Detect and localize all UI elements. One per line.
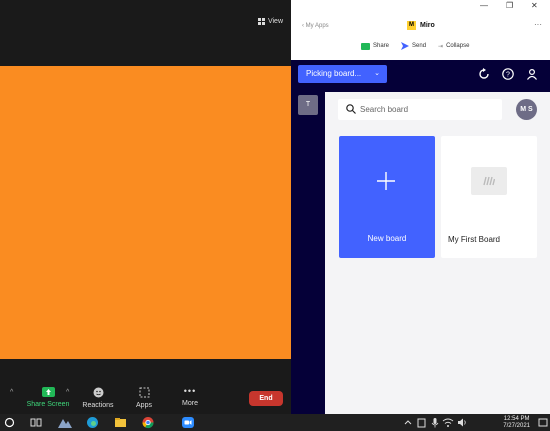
send-label: Send <box>412 43 427 49</box>
plus-icon <box>377 172 395 190</box>
network-icon[interactable] <box>442 416 454 429</box>
apps-button[interactable]: Apps <box>128 387 160 409</box>
share-button[interactable]: Share <box>361 42 390 50</box>
task-view-icon[interactable] <box>30 416 42 429</box>
board-card[interactable]: My First Board <box>441 136 537 258</box>
board-thumbnail <box>471 167 507 195</box>
start-circle-icon[interactable] <box>4 416 15 429</box>
back-to-my-apps-link[interactable]: ‹ My Apps <box>302 23 329 29</box>
more-label: More <box>182 400 198 407</box>
restore-icon[interactable]: ❐ <box>506 1 513 10</box>
miro-app-bar: Picking board... ⌄ ? <box>291 60 550 92</box>
file-explorer-icon[interactable] <box>114 416 127 429</box>
more-options-icon[interactable]: ··· <box>534 20 542 29</box>
send-icon <box>401 42 410 50</box>
view-label: View <box>267 18 283 25</box>
clock-date: 7/27/2021 <box>503 423 530 429</box>
microphone-icon[interactable] <box>430 416 440 429</box>
grid-icon <box>257 18 265 25</box>
collapse-icon: ⇥ <box>438 43 444 50</box>
apps-label: Apps <box>136 402 152 409</box>
chevron-down-icon: ⌄ <box>374 70 380 77</box>
video-feed <box>0 66 291 359</box>
miro-panel: ‹ My Apps M Miro ··· Share Send ⇥ Collap… <box>291 12 550 414</box>
battery-icon <box>417 418 426 428</box>
zoom-toolbar: ^ Share Screen ^ Reactions Apps ••• More… <box>0 359 291 414</box>
chrome-browser-icon[interactable] <box>141 416 155 429</box>
search-board-input[interactable]: Search board <box>338 99 502 120</box>
share-screen-label: Share Screen <box>26 401 70 408</box>
speaker-icon[interactable] <box>457 416 468 429</box>
collapse-label: Collapse <box>446 43 470 49</box>
window-controls: — ❐ ✕ <box>291 0 550 12</box>
header-actions: Share Send ⇥ Collapse <box>361 42 469 50</box>
chevron-up-icon[interactable] <box>403 416 413 429</box>
send-button[interactable]: Send <box>401 42 426 50</box>
notification-icon[interactable] <box>538 416 548 429</box>
clock-time: 12:54 PM <box>503 416 530 422</box>
help-icon[interactable]: ? <box>502 68 514 80</box>
more-button[interactable]: ••• More <box>174 386 206 408</box>
miro-header: ‹ My Apps M Miro ··· Share Send ⇥ Collap… <box>291 12 550 60</box>
edge-browser-icon[interactable] <box>86 416 99 429</box>
reactions-button[interactable]: Reactions <box>80 387 116 409</box>
chevron-up-icon[interactable]: ^ <box>10 389 13 396</box>
new-board-button[interactable]: New board <box>339 136 435 258</box>
end-meeting-button[interactable]: End <box>249 391 283 406</box>
minimize-icon[interactable]: — <box>480 1 488 10</box>
team-rail: T <box>291 92 325 414</box>
share-label: Share <box>373 43 390 49</box>
zoom-meeting-window: View ^ Share Screen ^ Reactions Apps •••… <box>0 0 291 414</box>
board-picker-dropdown[interactable]: Picking board... ⌄ <box>298 65 387 83</box>
refresh-icon[interactable] <box>478 68 490 80</box>
miro-logo-icon: M <box>407 21 416 30</box>
zoom-top-bar: View <box>0 0 291 66</box>
view-button[interactable]: View <box>257 18 283 25</box>
miro-title-text: Miro <box>420 22 435 29</box>
miro-title: M Miro <box>407 21 435 30</box>
search-icon <box>346 104 356 114</box>
clock[interactable]: 12:54 PM 7/27/2021 <box>503 416 530 430</box>
more-dots-icon: ••• <box>183 386 197 396</box>
mountain-app-icon[interactable] <box>58 416 72 429</box>
search-placeholder: Search board <box>360 105 409 114</box>
chevron-up-icon[interactable]: ^ <box>66 389 69 396</box>
reactions-label: Reactions <box>82 402 114 409</box>
apps-icon <box>139 387 149 398</box>
board-name: My First Board <box>448 235 501 244</box>
zoom-app-icon[interactable] <box>181 416 195 429</box>
smiley-icon <box>93 387 103 398</box>
new-board-label: New board <box>367 234 407 243</box>
avatar[interactable]: M S <box>516 99 537 120</box>
close-icon[interactable]: ✕ <box>531 1 538 10</box>
user-icon[interactable] <box>526 68 538 80</box>
board-picker-label: Picking board... <box>306 69 362 78</box>
share-screen-icon <box>41 387 55 397</box>
miro-logo-icon <box>483 176 495 186</box>
team-tile[interactable]: T <box>298 95 318 115</box>
share-screen-button[interactable]: Share Screen <box>26 387 70 408</box>
share-icon <box>361 42 370 50</box>
collapse-button[interactable]: ⇥ Collapse <box>438 43 469 50</box>
svg-text:?: ? <box>506 72 510 79</box>
windows-taskbar: 12:54 PM 7/27/2021 <box>0 414 550 431</box>
boards-area: Search board M S New board My First Boar… <box>325 92 550 414</box>
back-link-label: My Apps <box>305 23 329 29</box>
